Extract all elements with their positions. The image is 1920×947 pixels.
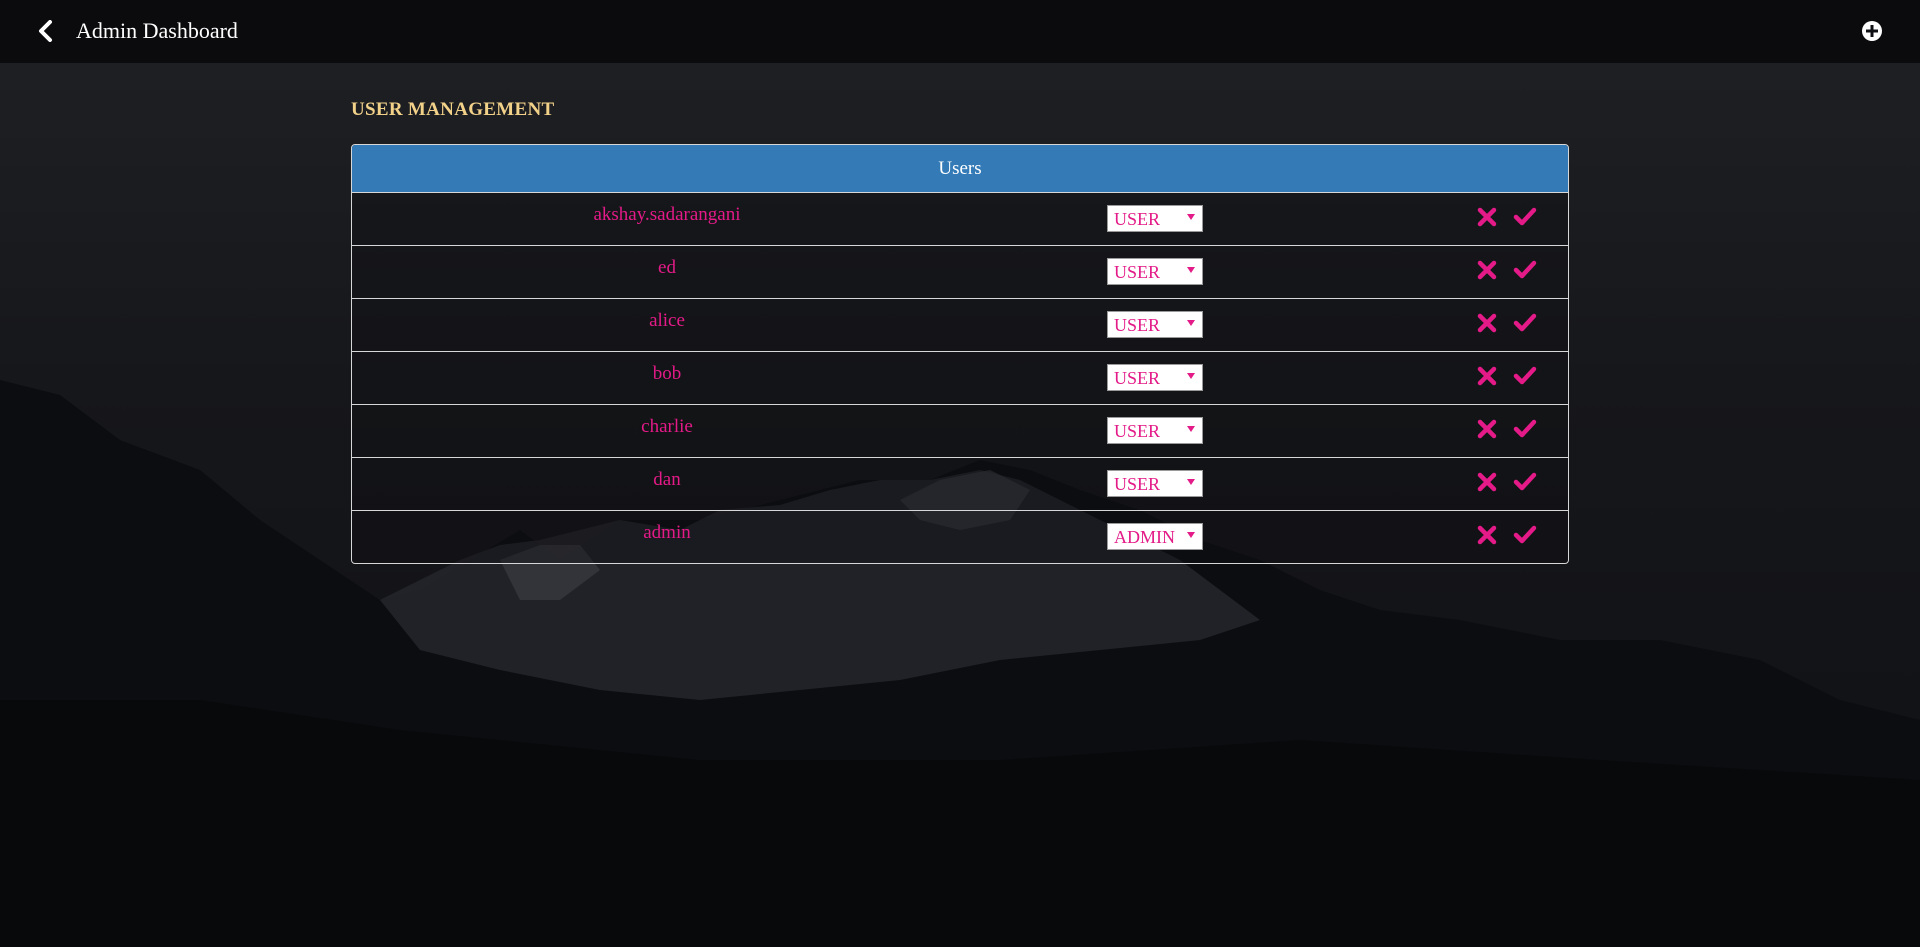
delete-user-button[interactable] [1477, 207, 1497, 227]
role-select-value: USER [1114, 315, 1161, 335]
times-icon [1477, 525, 1497, 545]
role-select-value: USER [1114, 474, 1161, 494]
save-role-button[interactable] [1513, 313, 1537, 333]
users-panel: Users akshay.sadarangani USER ed USER al… [351, 144, 1569, 564]
role-select-value: USER [1114, 368, 1161, 388]
times-icon [1477, 366, 1497, 386]
user-row: akshay.sadarangani USER [352, 192, 1568, 245]
check-icon [1513, 366, 1537, 385]
main-content: USER MANAGEMENT Users akshay.sadarangani… [351, 98, 1569, 564]
times-icon [1477, 207, 1497, 227]
times-icon [1477, 419, 1497, 439]
times-icon [1477, 472, 1497, 492]
delete-user-button[interactable] [1477, 313, 1497, 333]
role-select-value: USER [1114, 262, 1161, 282]
role-select[interactable]: USER [1107, 258, 1203, 285]
section-title: USER MANAGEMENT [351, 99, 555, 120]
check-icon [1513, 313, 1537, 332]
user-row: bob USER [352, 351, 1568, 404]
role-select[interactable]: ADMIN [1107, 523, 1203, 550]
save-role-button[interactable] [1513, 419, 1537, 439]
username-label: akshay.sadarangani [593, 204, 741, 225]
save-role-button[interactable] [1513, 525, 1537, 545]
app-title: Admin Dashboard [76, 18, 238, 43]
check-icon [1513, 207, 1537, 226]
caret-down-icon [1187, 320, 1195, 326]
plus-circle-icon [1862, 21, 1882, 41]
delete-user-button[interactable] [1477, 366, 1497, 386]
username-label: alice [649, 310, 685, 331]
check-icon [1513, 525, 1537, 544]
username-label: bob [652, 363, 682, 384]
top-navbar: Admin Dashboard [0, 0, 1920, 63]
users-panel-heading: Users [352, 145, 1568, 192]
role-select[interactable]: USER [1107, 311, 1203, 338]
delete-user-button[interactable] [1477, 419, 1497, 439]
username-label: dan [653, 469, 681, 490]
user-row: dan USER [352, 457, 1568, 510]
caret-down-icon [1187, 214, 1195, 220]
delete-user-button[interactable] [1477, 525, 1497, 545]
caret-down-icon [1187, 267, 1195, 273]
save-role-button[interactable] [1513, 207, 1537, 227]
user-row: ed USER [352, 245, 1568, 298]
save-role-button[interactable] [1513, 472, 1537, 492]
check-icon [1513, 419, 1537, 438]
chevron-left-icon [39, 20, 52, 42]
user-row: charlie USER [352, 404, 1568, 457]
caret-down-icon [1187, 426, 1195, 432]
role-select[interactable]: USER [1107, 417, 1203, 444]
back-button[interactable] [36, 20, 56, 42]
user-row: alice USER [352, 298, 1568, 351]
delete-user-button[interactable] [1477, 260, 1497, 280]
caret-down-icon [1187, 532, 1195, 538]
caret-down-icon [1187, 373, 1195, 379]
role-select-value: USER [1114, 421, 1161, 441]
times-icon [1477, 313, 1497, 333]
username-label: admin [643, 522, 691, 543]
role-select[interactable]: USER [1107, 364, 1203, 391]
user-row: admin ADMIN [352, 510, 1568, 563]
save-role-button[interactable] [1513, 260, 1537, 280]
times-icon [1477, 260, 1497, 280]
save-role-button[interactable] [1513, 366, 1537, 386]
check-icon [1513, 260, 1537, 279]
role-select-value: ADMIN [1114, 527, 1175, 547]
check-icon [1513, 472, 1537, 491]
delete-user-button[interactable] [1477, 472, 1497, 492]
role-select[interactable]: USER [1107, 205, 1203, 232]
caret-down-icon [1187, 479, 1195, 485]
username-label: ed [658, 257, 676, 278]
username-label: charlie [641, 416, 693, 437]
role-select-value: USER [1114, 209, 1161, 229]
add-user-button[interactable] [1861, 20, 1883, 42]
role-select[interactable]: USER [1107, 470, 1203, 497]
